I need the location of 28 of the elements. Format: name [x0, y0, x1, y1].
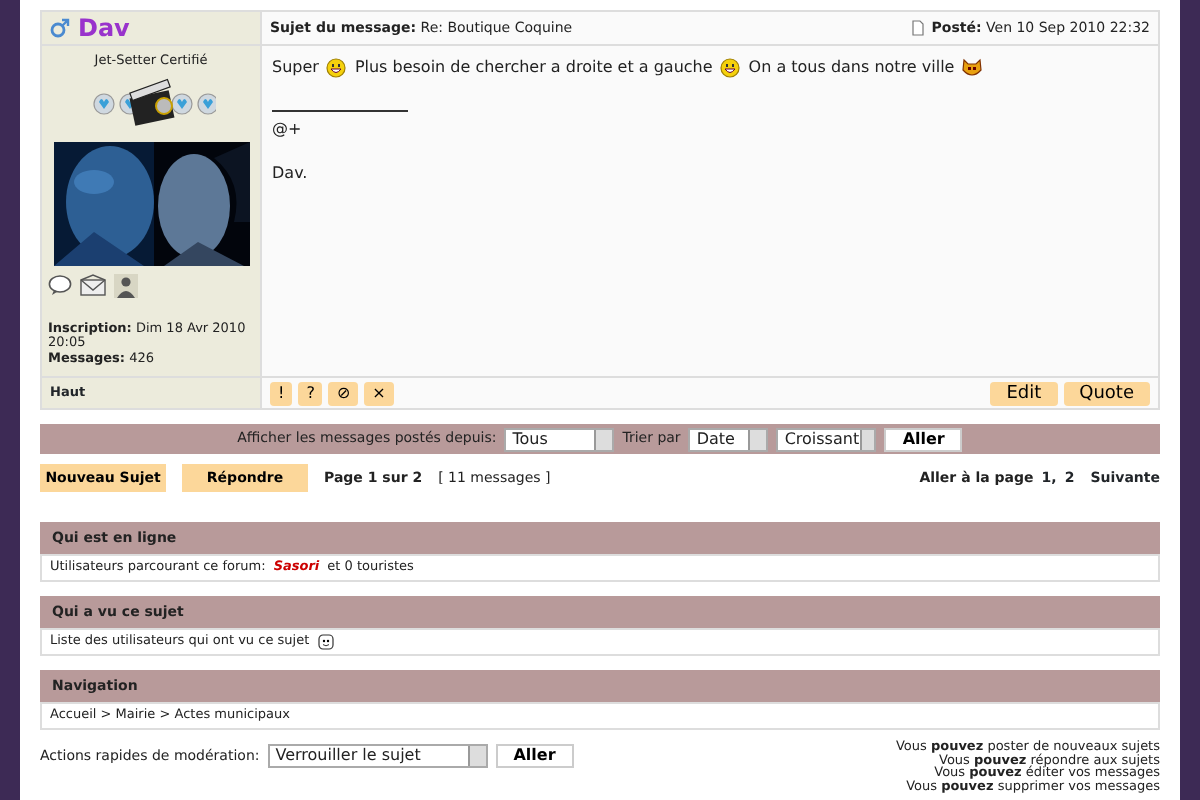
- tool-button[interactable]: ⊘: [328, 381, 359, 405]
- sort-order-select[interactable]: Croissant: [776, 427, 877, 451]
- go-button[interactable]: Aller: [884, 427, 963, 451]
- envelope-icon: [80, 274, 106, 297]
- sort-field-select[interactable]: Date: [688, 427, 769, 451]
- signature-text: @+: [272, 120, 304, 140]
- signature-text: Dav.: [272, 163, 310, 183]
- tool-button[interactable]: !: [270, 381, 293, 405]
- message-text: Super: [272, 58, 319, 78]
- moderation-select[interactable]: Verrouiller le sujet: [267, 744, 488, 768]
- tool-button[interactable]: ?: [298, 381, 323, 405]
- username: Dav: [78, 13, 130, 43]
- profile-icon: [114, 273, 138, 298]
- quote-button[interactable]: Quote: [1063, 381, 1150, 405]
- devil-smiley-icon: [962, 58, 983, 78]
- days-select[interactable]: Tous: [504, 427, 615, 451]
- speech-bubble-icon: [48, 274, 72, 297]
- tool-button[interactable]: ×: [364, 381, 394, 405]
- smiley-icon: [720, 58, 741, 78]
- smiley-icon: [326, 58, 347, 78]
- male-icon: [50, 18, 70, 38]
- edit-button[interactable]: Edit: [990, 381, 1058, 405]
- smiley-icon: [317, 634, 334, 650]
- document-icon: [911, 19, 924, 36]
- rank-badge-drawing: [87, 77, 215, 130]
- message-text: On a tous dans notre ville: [748, 58, 955, 78]
- message-text: Plus besoin de chercher a droite et a gauche: [354, 58, 713, 78]
- go-button[interactable]: Aller: [495, 744, 574, 768]
